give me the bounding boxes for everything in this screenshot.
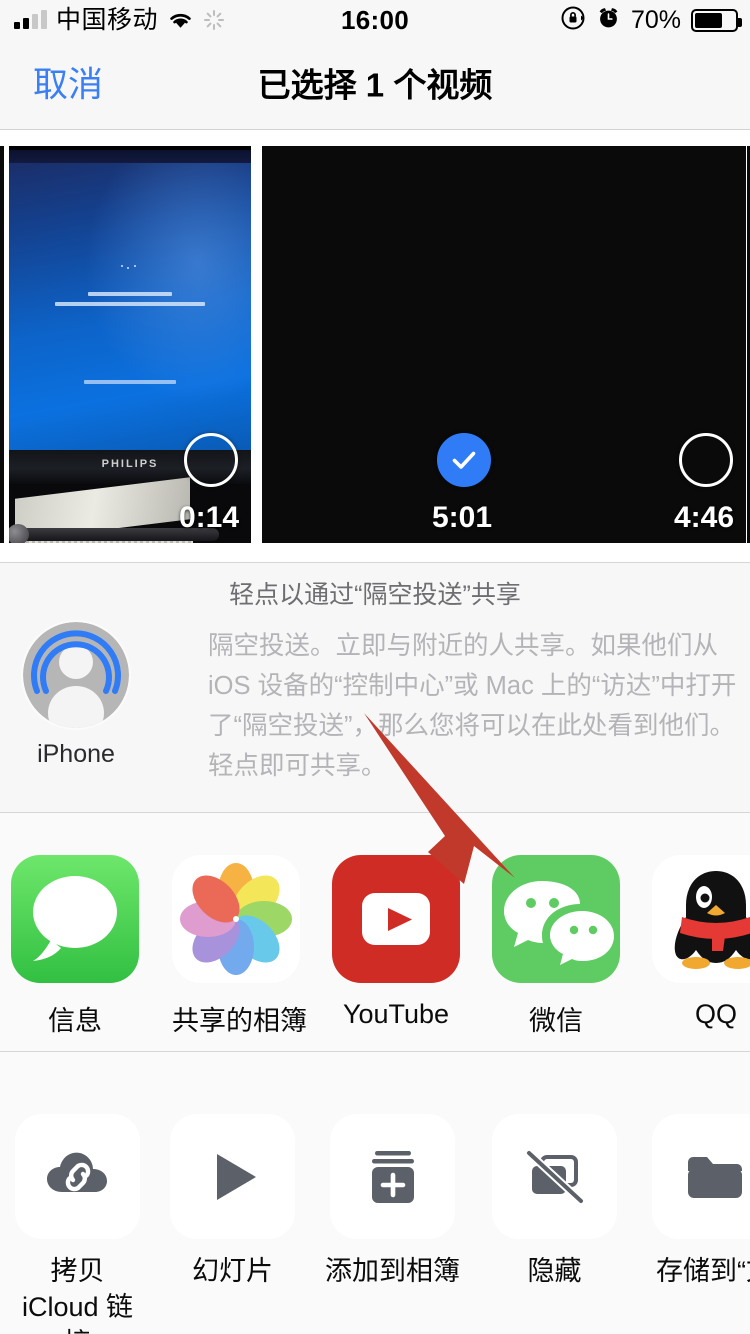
selection-circle-checked[interactable]: [437, 433, 491, 487]
share-app-wechat[interactable]: 微信: [492, 855, 620, 1038]
share-actions-section: 拷贝 iCloud 链接 幻灯片: [0, 1052, 750, 1334]
airdrop-device-item[interactable]: iPhone: [17, 618, 135, 769]
alarm-clock-icon: [596, 5, 621, 35]
wechat-icon: [492, 855, 620, 983]
action-add-to-album[interactable]: 添加到相簿: [325, 1114, 460, 1289]
add-to-album-icon: [330, 1114, 455, 1239]
status-bar: 中国移动 16:00 70%: [0, 0, 750, 40]
action-label: 添加到相簿: [325, 1256, 460, 1286]
thumbnail-item[interactable]: 5:01: [262, 146, 504, 543]
action-hide[interactable]: 隐藏: [487, 1114, 622, 1289]
icloud-link-icon: [15, 1114, 140, 1239]
airdrop-description: 隔空投送。立即与附近的人共享。如果他们从 iOS 设备的“控制中心”或 Mac …: [208, 632, 737, 780]
airdrop-section: 轻点以通过“隔空投送”共享 iPhone 隔空投送。立即与附近的人共享。如果他们…: [0, 563, 750, 812]
battery-percent-label: 70%: [630, 5, 681, 34]
share-app-qq[interactable]: QQ: [652, 855, 750, 1030]
action-label: 存储到“文: [656, 1256, 750, 1286]
action-label: 拷贝 iCloud 链接: [21, 1256, 134, 1334]
photos-icon: [172, 855, 300, 983]
action-copy-icloud-link[interactable]: 拷贝 iCloud 链接: [10, 1114, 145, 1334]
selection-circle[interactable]: [679, 433, 733, 487]
page-title: 已选择 1 个视频: [257, 66, 493, 103]
share-sheet-screen: 中国移动 16:00 70% 取消 已选择 1 个视频 PHILIPS 0:14…: [0, 0, 750, 1334]
nav-bar: 取消 已选择 1 个视频: [0, 40, 750, 130]
youtube-icon: [332, 855, 460, 983]
qq-icon: [652, 855, 750, 983]
messages-icon: [11, 855, 139, 983]
video-duration-label: 0:14: [178, 501, 239, 534]
thumbnail-partial-left[interactable]: [0, 146, 4, 543]
app-label: 微信: [529, 1006, 583, 1036]
monitor-brand-text: PHILIPS: [101, 458, 159, 470]
selected-media-strip[interactable]: PHILIPS 0:14 5:01 4:46: [0, 131, 750, 543]
battery-icon: [691, 8, 742, 32]
app-label: 共享的相簿: [172, 1006, 307, 1036]
action-slideshow[interactable]: 幻灯片: [165, 1114, 300, 1289]
save-to-files-folder-icon: [652, 1114, 750, 1239]
hide-icon: [492, 1114, 617, 1239]
app-label: YouTube: [342, 999, 450, 1029]
app-label: 信息: [48, 1006, 102, 1036]
share-app-youtube[interactable]: YouTube: [332, 855, 460, 1030]
checkmark-icon: [452, 451, 476, 469]
video-duration-label: 5:01: [431, 501, 492, 534]
share-app-shared-album[interactable]: 共享的相簿: [172, 855, 307, 1038]
status-bar-right: 70%: [560, 5, 742, 36]
action-label: 隐藏: [527, 1256, 582, 1286]
action-label: 幻灯片: [192, 1256, 273, 1286]
airdrop-device-name: iPhone: [37, 740, 115, 768]
airdrop-avatar-icon: [19, 618, 133, 732]
slideshow-play-icon: [170, 1114, 295, 1239]
share-apps-section: 信息 共享的相簿 YouTube 微信 QQ: [0, 813, 750, 1051]
app-label: QQ: [694, 999, 737, 1029]
action-save-to-files[interactable]: 存储到“文: [647, 1114, 750, 1289]
airdrop-section-title: 轻点以通过“隔空投送”共享: [229, 581, 521, 609]
thumbnail-item[interactable]: 4:46: [504, 146, 746, 543]
thumbnail-item[interactable]: PHILIPS 0:14: [9, 146, 251, 543]
video-duration-label: 4:46: [673, 501, 734, 534]
selection-circle[interactable]: [184, 433, 238, 487]
share-app-messages[interactable]: 信息: [11, 855, 139, 1038]
rotation-lock-icon: [560, 5, 586, 36]
